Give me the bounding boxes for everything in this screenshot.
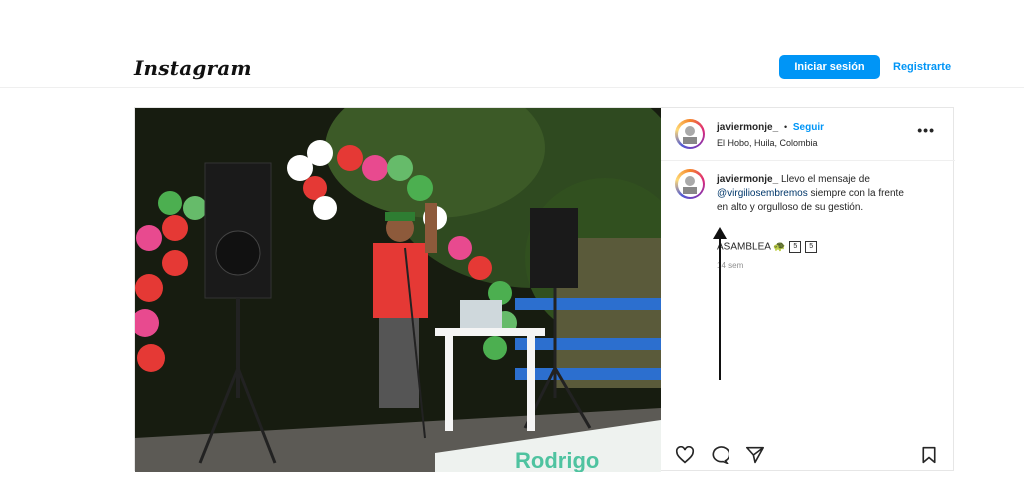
username[interactable]: javiermonje_ [717,122,778,133]
action-bar [661,438,955,472]
comment-icon[interactable] [709,446,731,469]
box-char-1: 5 [789,241,802,253]
post-card: Rodrigo javiermonje_ • Seguir El Hobo, H… [134,107,955,472]
box-char-2: 5 [805,241,818,253]
more-icon[interactable]: ••• [917,122,935,138]
location[interactable]: El Hobo, Huila, Colombia [717,138,818,148]
caption: javiermonje_ Llevo el mensaje de @virgil… [717,173,917,215]
share-icon[interactable] [745,446,765,469]
caption-text-start: Llevo el mensaje de [780,174,870,185]
divider [661,160,955,161]
signup-link[interactable]: Registrarte [893,61,951,73]
emoji-icon: 🐢 [773,241,786,253]
hashtag-line: ASAMBLEA 🐢 5 5 [717,241,818,253]
banner-text: Rodrigo [515,448,599,472]
post-sidebar: javiermonje_ • Seguir El Hobo, Huila, Co… [661,108,955,472]
caption-avatar[interactable] [675,169,705,199]
top-bar: Instagram Iniciar sesión Registrarte [0,0,1024,88]
mention-link[interactable]: @virgiliosembremos [717,188,808,199]
instagram-logo[interactable]: Instagram [134,56,252,80]
annotation-arrow [713,227,727,380]
post-header: javiermonje_ • Seguir [717,122,824,133]
post-photo[interactable]: Rodrigo [135,108,661,472]
heart-icon[interactable] [675,445,695,469]
dot-separator: • [783,122,788,132]
login-button[interactable]: Iniciar sesión [779,55,880,79]
follow-button[interactable]: Seguir [793,122,824,133]
caption-username[interactable]: javiermonje_ [717,174,778,185]
bookmark-icon[interactable] [921,446,937,469]
user-avatar[interactable] [675,119,705,149]
